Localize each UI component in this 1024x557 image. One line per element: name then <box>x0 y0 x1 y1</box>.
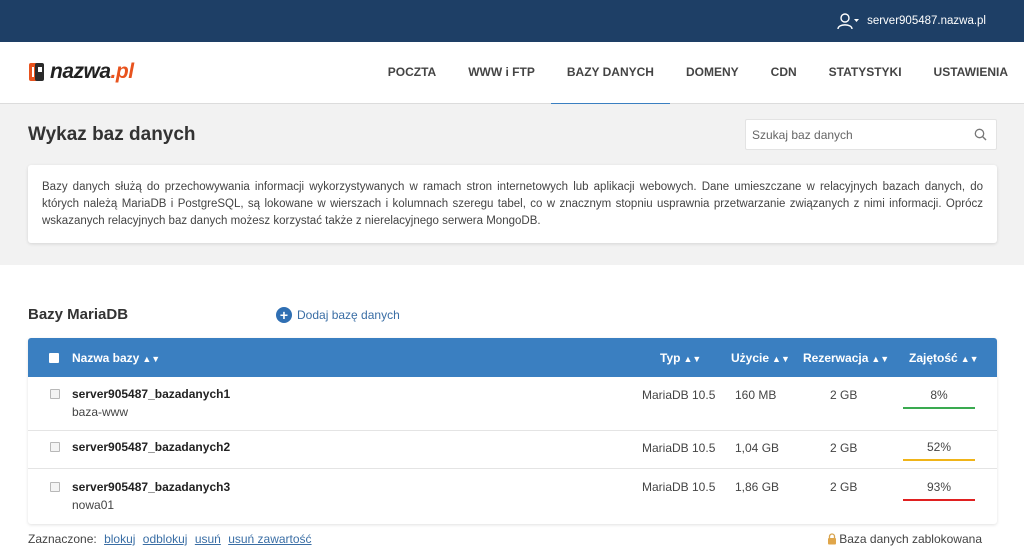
nav-item-www-ftp[interactable]: WWW i FTP <box>452 42 551 104</box>
sort-icon: ▲▼ <box>772 354 790 364</box>
occupancy-bar <box>903 407 975 409</box>
table-row[interactable]: server905487_bazadanych2 MariaDB 10.5 1,… <box>28 431 997 469</box>
table-row[interactable]: server905487_bazadanych1 baza-www MariaD… <box>28 377 997 431</box>
sort-icon: ▲▼ <box>683 354 702 364</box>
database-type: MariaDB 10.5 <box>642 441 716 455</box>
lock-legend-label: Baza danych zablokowana <box>839 532 982 546</box>
nav-item-statystyki[interactable]: STATYSTYKI <box>813 42 918 104</box>
sort-icon: ▲▼ <box>871 354 890 364</box>
sort-icon: ▲▼ <box>142 354 161 364</box>
column-header-name[interactable]: Nazwa bazy ▲▼ <box>72 351 160 365</box>
section-title: Bazy MariaDB <box>28 306 129 323</box>
plus-icon: + <box>276 307 292 323</box>
search-box <box>745 119 997 150</box>
logo[interactable]: nazwa.pl <box>28 60 134 84</box>
column-header-reservation[interactable]: Rezerwacja ▲▼ <box>803 351 889 365</box>
sort-icon: ▲▼ <box>960 354 979 364</box>
database-usage: 160 MB <box>735 388 777 402</box>
occupancy-bar <box>903 459 975 461</box>
user-menu[interactable]: server905487.nazwa.pl <box>837 12 986 30</box>
block-link[interactable]: blokuj <box>104 532 135 546</box>
column-header-type[interactable]: Typ ▲▼ <box>660 351 701 365</box>
occupancy-meter: 93% <box>903 480 975 501</box>
column-header-usage[interactable]: Użycie ▲▼ <box>731 351 790 365</box>
database-name[interactable]: server905487_bazadanych2 <box>72 440 230 454</box>
nav-item-domeny[interactable]: DOMENY <box>670 42 755 104</box>
delete-content-link[interactable]: usuń zawartość <box>228 532 311 546</box>
table-header: Nazwa bazy ▲▼ Typ ▲▼ Użycie ▲▼ Rezerwacja ▲▼… <box>28 338 997 377</box>
occupancy-meter: 8% <box>903 388 975 409</box>
top-bar: server905487.nazwa.pl <box>0 0 1024 42</box>
nav-item-ustawienia[interactable]: USTAWIENIA <box>918 42 1024 104</box>
occupancy-value: 8% <box>930 388 948 402</box>
occupancy-value: 93% <box>926 480 952 494</box>
select-all-checkbox[interactable] <box>49 353 59 363</box>
occupancy-bar <box>903 499 975 501</box>
bulk-actions: Zaznaczone: blokuj odblokuj usuń usuń za… <box>28 532 312 546</box>
database-reservation: 2 GB <box>830 480 858 494</box>
add-database-button[interactable]: + Dodaj bazę danych <box>276 307 400 323</box>
lock-icon <box>828 533 837 545</box>
occupancy-value: 52% <box>926 440 952 454</box>
column-header-occupancy[interactable]: Zajętość ▲▼ <box>909 351 979 365</box>
logo-text: nazwa.pl <box>50 60 134 83</box>
nav-menu: POCZTA WWW i FTP BAZY DANYCH DOMENY CDN … <box>372 42 1024 105</box>
database-type: MariaDB 10.5 <box>642 480 716 494</box>
logo-icon <box>29 63 44 81</box>
lock-legend: Baza danych zablokowana <box>827 532 982 546</box>
info-panel: Bazy danych służą do przechowywania info… <box>28 165 997 243</box>
nav-item-cdn[interactable]: CDN <box>755 42 813 104</box>
occupancy-meter: 52% <box>903 440 975 461</box>
database-reservation: 2 GB <box>830 388 858 402</box>
database-type: MariaDB 10.5 <box>642 388 716 402</box>
nav-item-poczta[interactable]: POCZTA <box>372 42 452 104</box>
selected-label: Zaznaczone: <box>28 532 97 546</box>
page-title: Wykaz baz danych <box>28 124 196 145</box>
table-row[interactable]: server905487_bazadanych3 nowa01 MariaDB … <box>28 469 997 524</box>
user-icon <box>837 13 860 30</box>
server-name: server905487.nazwa.pl <box>867 15 986 27</box>
row-checkbox[interactable] <box>50 389 60 399</box>
database-usage: 1,86 GB <box>735 480 780 494</box>
delete-link[interactable]: usuń <box>195 532 221 546</box>
database-usage: 1,04 GB <box>735 441 780 455</box>
row-checkbox[interactable] <box>50 482 60 492</box>
database-name[interactable]: server905487_bazadanych1 <box>72 387 230 401</box>
database-reservation: 2 GB <box>830 441 858 455</box>
nav-item-bazy-danych[interactable]: BAZY DANYCH <box>550 42 671 105</box>
search-icon[interactable] <box>974 128 987 141</box>
databases-table: Nazwa bazy ▲▼ Typ ▲▼ Użycie ▲▼ Rezerwacja ▲▼… <box>28 338 997 524</box>
unblock-link[interactable]: odblokuj <box>143 532 188 546</box>
add-database-label: Dodaj bazę danych <box>297 308 400 322</box>
row-checkbox[interactable] <box>50 442 60 452</box>
database-description: baza-www <box>72 405 129 419</box>
database-description: nowa01 <box>72 498 115 512</box>
main-navigation: nazwa.pl POCZTA WWW i FTP BAZY DANYCH DO… <box>0 42 1024 105</box>
search-input[interactable] <box>746 120 961 149</box>
database-name[interactable]: server905487_bazadanych3 <box>72 480 230 494</box>
